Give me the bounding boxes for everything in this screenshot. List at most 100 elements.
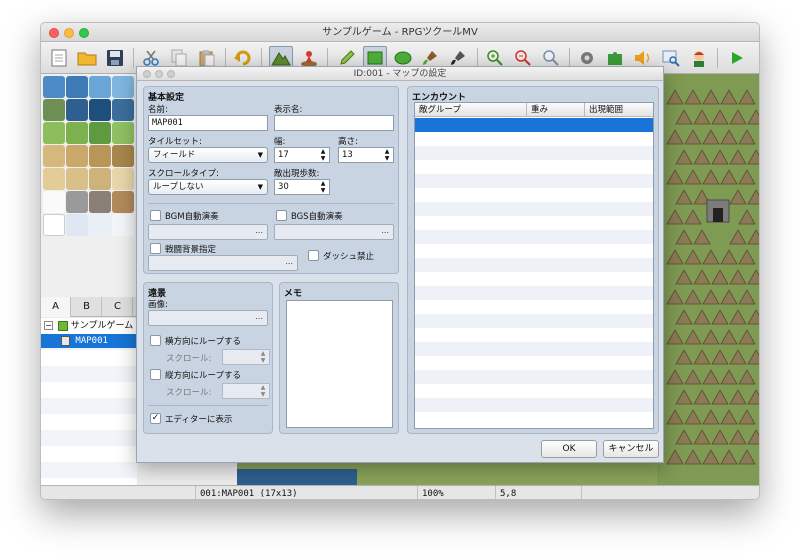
show-in-editor-checkbox[interactable]: ✓ (150, 413, 161, 424)
tile[interactable] (89, 214, 111, 236)
tab-b[interactable]: B (72, 297, 102, 317)
tile[interactable] (43, 145, 65, 167)
table-row[interactable] (415, 216, 653, 230)
playtest-button[interactable] (725, 46, 749, 70)
stepper-arrows-icon[interactable]: ▲ ▼ (319, 148, 327, 162)
table-row[interactable] (415, 132, 653, 146)
tile[interactable] (89, 168, 111, 190)
dialog-close-button[interactable] (143, 70, 151, 78)
tileset-select[interactable]: フィールド ▼ (148, 147, 268, 163)
loop-vertical-checkbox[interactable] (150, 369, 161, 380)
tile[interactable] (43, 122, 65, 144)
zoom-window-button[interactable] (79, 28, 89, 38)
table-row[interactable] (415, 286, 653, 300)
encounter-steps-stepper[interactable]: 30 ▲ ▼ (274, 179, 330, 195)
cancel-button[interactable]: キャンセル (603, 440, 659, 458)
dialog-zoom-button[interactable] (167, 70, 175, 78)
close-window-button[interactable] (49, 28, 59, 38)
collapse-toggle-icon[interactable]: − (44, 321, 53, 330)
new-project-button[interactable] (47, 46, 71, 70)
tree-item-project[interactable]: − サンプルゲーム (41, 319, 137, 333)
tile[interactable] (112, 214, 134, 236)
tile[interactable] (112, 76, 134, 98)
table-row[interactable] (415, 174, 653, 188)
bgm-picker[interactable]: ... (148, 224, 268, 240)
tab-c[interactable]: C (103, 297, 133, 317)
autoplay-bgm-checkbox[interactable] (150, 210, 161, 221)
tile[interactable] (89, 122, 111, 144)
table-row[interactable] (415, 356, 653, 370)
table-row[interactable] (415, 328, 653, 342)
table-row[interactable] (415, 202, 653, 216)
stepper-arrows-icon[interactable]: ▲ ▼ (259, 350, 267, 364)
stepper-arrows-icon[interactable]: ▲ ▼ (259, 384, 267, 398)
memo-textarea[interactable] (286, 300, 393, 428)
tile[interactable] (89, 76, 111, 98)
scroll-type-select[interactable]: ループしない ▼ (148, 179, 268, 195)
tile[interactable] (66, 145, 88, 167)
tileset-palette[interactable] (41, 74, 137, 297)
dialog-minimize-button[interactable] (155, 70, 163, 78)
tab-a[interactable]: A (41, 297, 71, 317)
table-row[interactable] (415, 188, 653, 202)
tile[interactable] (112, 145, 134, 167)
table-row[interactable] (415, 300, 653, 314)
autoplay-bgs-checkbox[interactable] (276, 210, 287, 221)
scroll-v-stepper[interactable]: ▲ ▼ (222, 383, 270, 399)
table-row[interactable] (415, 244, 653, 258)
tile[interactable] (66, 76, 88, 98)
width-stepper[interactable]: 17 ▲ ▼ (274, 147, 330, 163)
tile[interactable] (43, 168, 65, 190)
open-project-button[interactable] (75, 46, 99, 70)
tile[interactable] (66, 191, 88, 213)
column-header-troop[interactable]: 敵グループ (415, 103, 527, 117)
tile[interactable] (43, 214, 65, 236)
tile[interactable] (43, 191, 65, 213)
tile[interactable] (66, 122, 88, 144)
tile[interactable] (66, 214, 88, 236)
stepper-arrows-icon[interactable]: ▲ ▼ (319, 180, 327, 194)
tile[interactable] (66, 168, 88, 190)
table-row[interactable] (415, 314, 653, 328)
table-row[interactable] (415, 398, 653, 412)
minimize-window-button[interactable] (64, 28, 74, 38)
disable-dash-checkbox[interactable] (308, 250, 319, 261)
height-stepper[interactable]: 13 ▲ ▼ (338, 147, 394, 163)
table-row[interactable] (415, 412, 653, 426)
tile[interactable] (89, 145, 111, 167)
table-row[interactable] (415, 258, 653, 272)
table-row[interactable] (415, 272, 653, 286)
table-row[interactable] (415, 146, 653, 160)
battleback-checkbox[interactable] (150, 243, 161, 254)
tile[interactable] (43, 76, 65, 98)
bgs-picker[interactable]: ... (274, 224, 394, 240)
stepper-arrows-icon[interactable]: ▲ ▼ (383, 148, 391, 162)
loop-horizontal-checkbox[interactable] (150, 335, 161, 346)
ok-button[interactable]: OK (541, 440, 597, 458)
tile[interactable] (89, 191, 111, 213)
tile[interactable] (112, 168, 134, 190)
battleback-picker[interactable]: ... (148, 255, 298, 271)
tile[interactable] (66, 99, 88, 121)
table-row[interactable] (415, 342, 653, 356)
table-row[interactable] (415, 118, 653, 132)
table-row[interactable] (415, 384, 653, 398)
character-generator-button[interactable] (687, 46, 711, 70)
ellipse-icon (394, 51, 412, 65)
tile[interactable] (112, 191, 134, 213)
parallax-image-picker[interactable]: ... (148, 310, 268, 326)
scroll-h-stepper[interactable]: ▲ ▼ (222, 349, 270, 365)
tile[interactable] (112, 99, 134, 121)
table-row[interactable] (415, 230, 653, 244)
save-project-button[interactable] (103, 46, 127, 70)
tile[interactable] (43, 99, 65, 121)
table-row[interactable] (415, 370, 653, 384)
display-name-input[interactable] (274, 115, 394, 131)
tile[interactable] (89, 99, 111, 121)
column-header-range[interactable]: 出現範囲 (585, 103, 653, 117)
table-row[interactable] (415, 160, 653, 174)
column-header-weight[interactable]: 重み (527, 103, 585, 117)
name-input[interactable]: MAP001 (148, 115, 268, 131)
tree-item-map001[interactable]: MAP001 (41, 334, 137, 348)
tile[interactable] (112, 122, 134, 144)
